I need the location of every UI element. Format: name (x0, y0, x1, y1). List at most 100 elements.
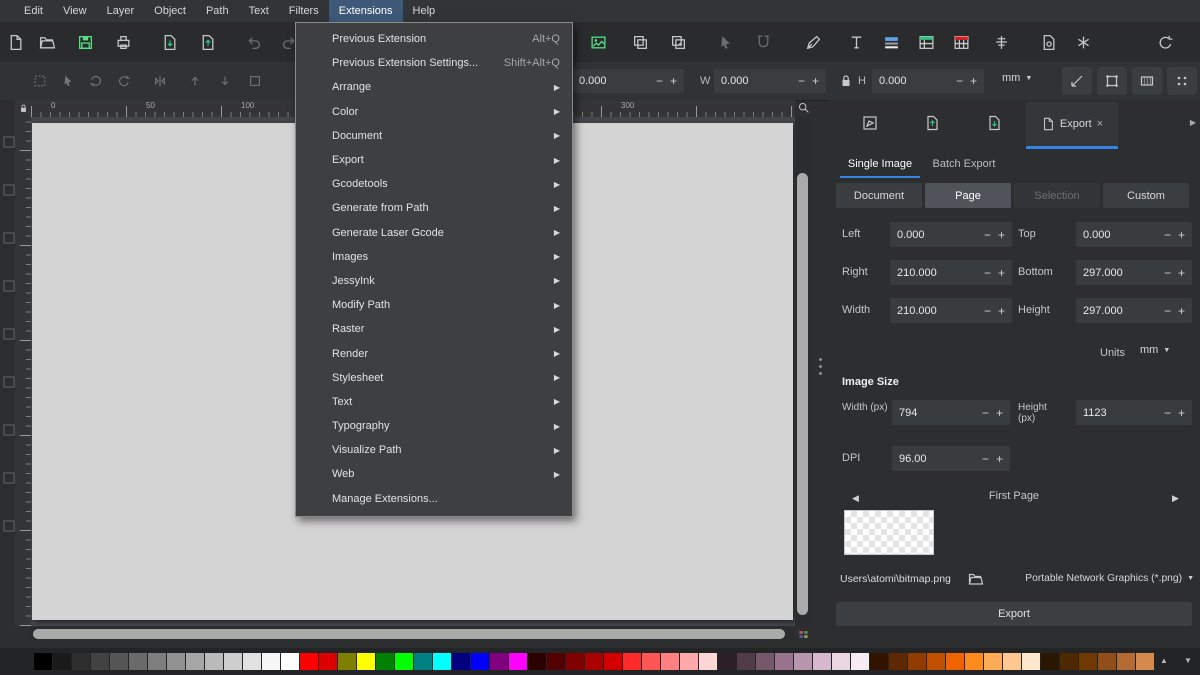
rotate-view-button[interactable] (1152, 29, 1178, 55)
scale-stroke-toggle[interactable] (1062, 67, 1092, 95)
export-format-dropdown[interactable]: Portable Network Graphics (*.png)▼ (1024, 573, 1194, 584)
palette-swatch[interactable] (490, 653, 508, 670)
palette-swatch[interactable] (433, 653, 451, 670)
units-dropdown[interactable]: mm▼ (1002, 72, 1032, 84)
palette-swatch[interactable] (1022, 653, 1040, 670)
export-png-button[interactable] (585, 29, 611, 55)
palette-swatch[interactable] (623, 653, 641, 670)
snap-button[interactable] (750, 29, 776, 55)
palette-swatch[interactable] (34, 653, 52, 670)
palette-swatch[interactable] (357, 653, 375, 670)
field-spinner[interactable]: −+ (975, 406, 1010, 420)
palette-swatch[interactable] (72, 653, 90, 670)
field-height[interactable]: 297.000−+ (1076, 298, 1192, 323)
clone-button[interactable] (665, 29, 691, 55)
palette-swatch[interactable] (756, 653, 774, 670)
menu-item-images[interactable]: Images▶ (296, 245, 572, 269)
export-small-icon[interactable] (920, 111, 944, 135)
y-value[interactable]: 0.000 (572, 75, 649, 87)
tab-batch-export[interactable]: Batch Export (924, 152, 1004, 176)
edit-paths-icon[interactable] (858, 111, 882, 135)
palette-swatch[interactable] (737, 653, 755, 670)
save-button[interactable] (72, 29, 98, 55)
palette-swatch[interactable] (1098, 653, 1116, 670)
fill-stroke-button[interactable] (878, 29, 904, 55)
palette-swatch[interactable] (927, 653, 945, 670)
preferences-button[interactable] (1070, 29, 1096, 55)
duplicate-button[interactable] (627, 29, 653, 55)
export-units-dropdown[interactable]: mm▼ (1140, 344, 1170, 356)
vertical-ruler[interactable] (15, 117, 31, 626)
width-field[interactable]: 0.000 −+ (714, 69, 826, 93)
palette-swatch[interactable] (699, 653, 717, 670)
field-left[interactable]: 0.000−+ (890, 222, 1012, 247)
folder-open-icon[interactable] (966, 569, 986, 589)
tab-single-image[interactable]: Single Image (840, 152, 920, 178)
generic-icon[interactable] (245, 71, 265, 91)
lock-guides-button[interactable] (15, 100, 31, 117)
palette-swatch[interactable] (471, 653, 489, 670)
field-width[interactable]: 210.000−+ (890, 298, 1012, 323)
field-bottom[interactable]: 297.000−+ (1076, 260, 1192, 285)
field-spinner[interactable]: −+ (977, 228, 1012, 242)
palette-swatch[interactable] (186, 653, 204, 670)
menu-item-export[interactable]: Export▶ (296, 148, 572, 172)
horizontal-scrollbar-thumb[interactable] (33, 629, 785, 639)
vertical-scrollbar-thumb[interactable] (797, 173, 808, 615)
tab-export[interactable]: Export × (1026, 102, 1118, 149)
field-value[interactable]: 210.000 (890, 305, 977, 317)
palette-scroll-up[interactable]: ▲ (1160, 656, 1168, 665)
palette-swatch[interactable] (338, 653, 356, 670)
field-image-width[interactable]: 794−+ (892, 400, 1010, 425)
palette-swatch[interactable] (395, 653, 413, 670)
xml-editor-button[interactable] (913, 29, 939, 55)
scale-gradients-toggle[interactable] (1132, 67, 1162, 95)
palette-swatch[interactable] (1117, 653, 1135, 670)
field-value[interactable]: 1123 (1076, 407, 1157, 419)
raise-icon[interactable] (185, 71, 205, 91)
menu-item-manage-extensions-[interactable]: Manage Extensions... (296, 487, 572, 511)
dock-overflow-icon[interactable]: ▶ (1190, 118, 1196, 127)
color-managed-display-toggle[interactable] (796, 627, 811, 641)
field-top[interactable]: 0.000−+ (1076, 222, 1192, 247)
export-button[interactable] (194, 29, 220, 55)
palette-swatch[interactable] (775, 653, 793, 670)
export-button[interactable]: Export (836, 602, 1192, 626)
field-value[interactable]: 210.000 (890, 267, 977, 279)
menu-item-color[interactable]: Color▶ (296, 100, 572, 124)
field-spinner[interactable]: −+ (1157, 266, 1192, 280)
palette-swatch[interactable] (642, 653, 660, 670)
field-value[interactable]: 297.000 (1076, 305, 1157, 317)
select-all-icon[interactable] (30, 71, 50, 91)
palette-swatch[interactable] (813, 653, 831, 670)
menu-help[interactable]: Help (403, 0, 446, 22)
menu-item-text[interactable]: Text▶ (296, 390, 572, 414)
import-small-icon[interactable] (982, 111, 1006, 135)
menu-item-previous-extension-settings-[interactable]: Previous Extension Settings...Shift+Alt+… (296, 51, 572, 75)
area-button-custom[interactable]: Custom (1103, 183, 1189, 208)
field-spinner[interactable]: −+ (977, 266, 1012, 280)
menu-item-render[interactable]: Render▶ (296, 341, 572, 365)
field-value[interactable]: 297.000 (1076, 267, 1157, 279)
palette-swatch[interactable] (129, 653, 147, 670)
area-button-page[interactable]: Page (925, 183, 1011, 208)
palette-swatch[interactable] (680, 653, 698, 670)
palette-swatch[interactable] (1003, 653, 1021, 670)
palette-swatch[interactable] (870, 653, 888, 670)
menu-edit[interactable]: Edit (14, 0, 53, 22)
palette-swatch[interactable] (300, 653, 318, 670)
menu-item-raster[interactable]: Raster▶ (296, 317, 572, 341)
menu-path[interactable]: Path (196, 0, 239, 22)
selector-button[interactable] (712, 29, 738, 55)
palette-scroll-down[interactable]: ▼ (1184, 656, 1192, 665)
field-spinner[interactable]: −+ (977, 304, 1012, 318)
close-icon[interactable]: × (1097, 118, 1103, 130)
palette-swatch[interactable] (205, 653, 223, 670)
width-spinner[interactable]: −+ (791, 74, 826, 88)
palette-swatch[interactable] (832, 653, 850, 670)
palette-swatch[interactable] (547, 653, 565, 670)
menu-item-web[interactable]: Web▶ (296, 462, 572, 486)
menu-extensions[interactable]: Extensions (329, 0, 403, 22)
height-spinner[interactable]: −+ (949, 74, 984, 88)
palette-swatch[interactable] (509, 653, 527, 670)
